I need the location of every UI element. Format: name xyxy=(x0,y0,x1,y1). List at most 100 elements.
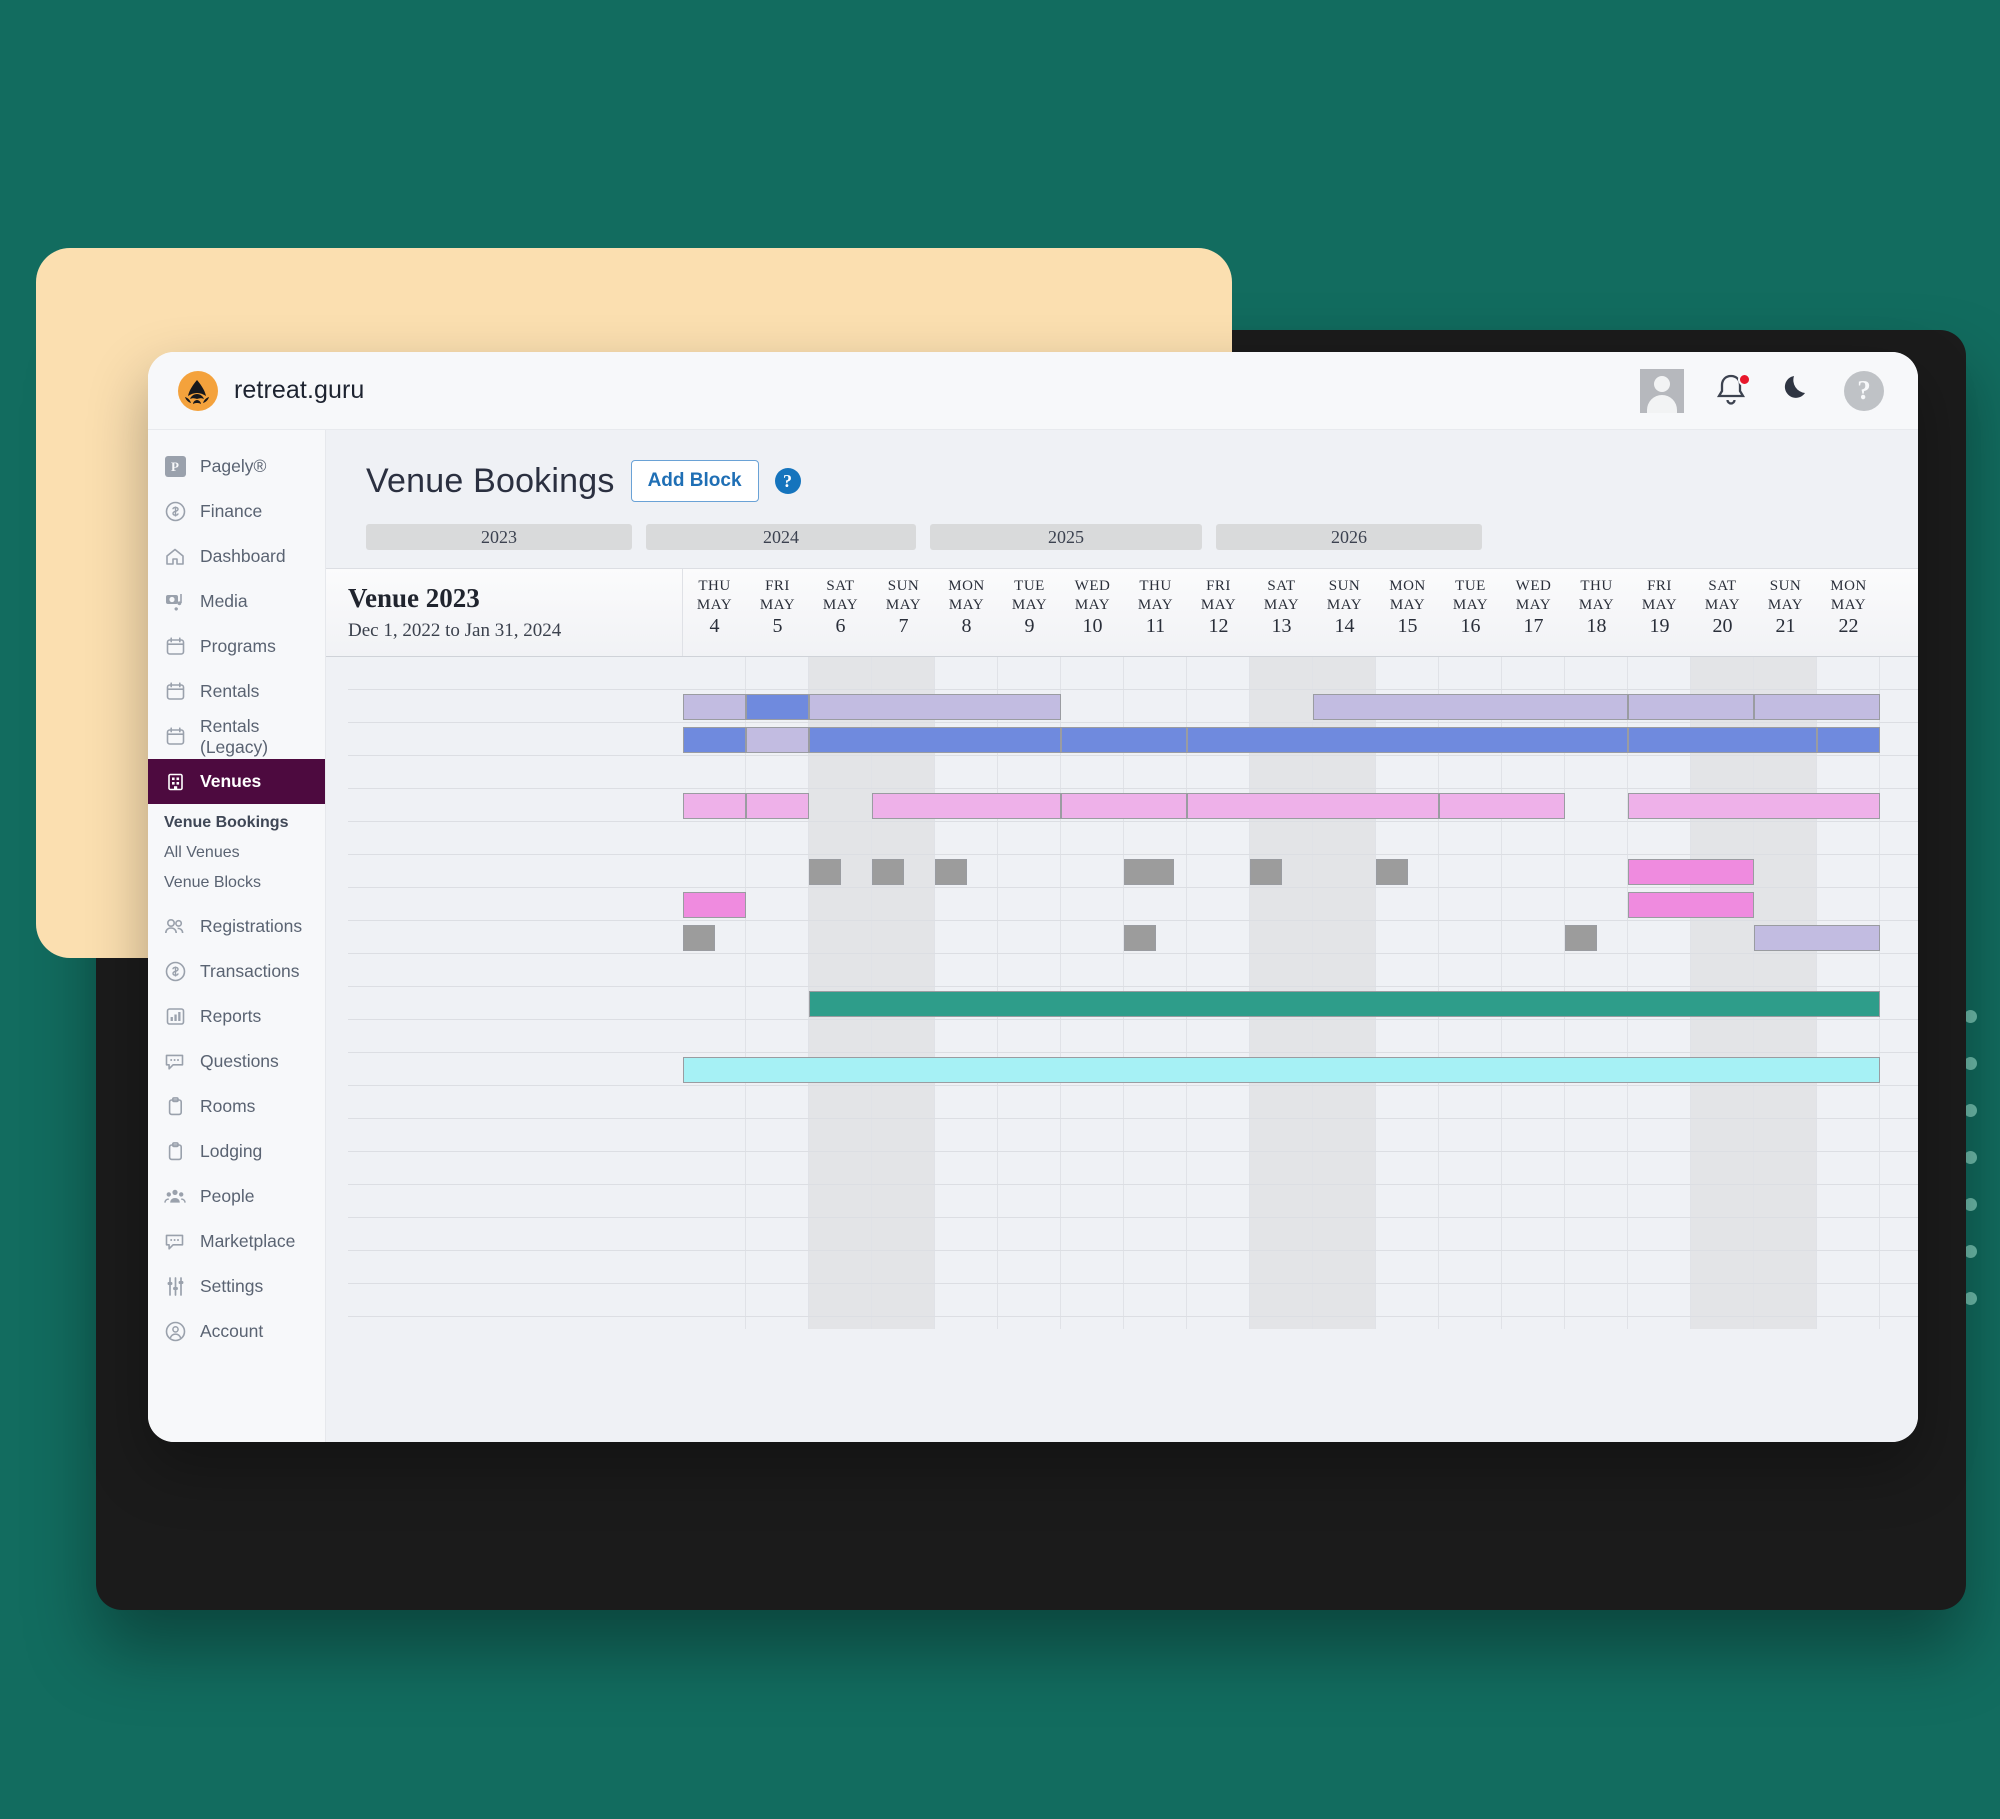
gantt-booking-bar[interactable] xyxy=(1439,793,1565,819)
sidebar-item-venues[interactable]: Venues xyxy=(148,759,325,804)
gantt-booking-bar[interactable] xyxy=(1250,859,1282,885)
sidebar-item-label: Dashboard xyxy=(200,546,286,566)
gantt-booking-bar[interactable] xyxy=(1628,727,1817,753)
chat-bubble-icon xyxy=(164,1051,186,1073)
sidebar-item-programs[interactable]: Programs xyxy=(148,624,325,669)
day-weekday: FRI xyxy=(1206,578,1231,594)
gantt-day-header: FRI MAY 19 xyxy=(1628,569,1691,656)
people-icon xyxy=(164,916,186,938)
gantt-booking-bar[interactable] xyxy=(1376,859,1408,885)
question-mark-icon[interactable]: ? xyxy=(1844,370,1884,411)
moon-icon[interactable] xyxy=(1780,371,1814,410)
gantt-booking-bar[interactable] xyxy=(935,859,967,885)
gantt-booking-bar[interactable] xyxy=(683,727,746,753)
sidebar-item-label: Settings xyxy=(200,1276,264,1296)
year-tab-2023[interactable]: 2023 xyxy=(366,524,632,550)
gantt-booking-bar[interactable] xyxy=(809,859,841,885)
gantt-booking-bar[interactable] xyxy=(872,793,1061,819)
day-number: 12 xyxy=(1208,615,1229,637)
bell-icon[interactable] xyxy=(1714,372,1751,410)
sidebar-item-reports[interactable]: Reports xyxy=(148,994,325,1039)
sidebar-item-transactions[interactable]: Transactions xyxy=(148,949,325,994)
day-weekday: SUN xyxy=(1328,578,1361,594)
dollar-circle-icon xyxy=(164,501,186,523)
gantt-booking-bar[interactable] xyxy=(872,859,904,885)
gantt-header: Venue 2023 Dec 1, 2022 to Jan 31, 2024 T… xyxy=(326,569,1918,657)
gantt-booking-bar[interactable] xyxy=(683,1057,1880,1083)
sidebar-item-media[interactable]: Media xyxy=(148,579,325,624)
sidebar-subitem-venue-bookings[interactable]: Venue Bookings xyxy=(148,808,325,838)
gantt-booking-bar[interactable] xyxy=(1313,694,1628,720)
gantt-day-header: TUE MAY 9 xyxy=(998,569,1061,656)
brand[interactable]: retreat.guru xyxy=(176,369,364,413)
sidebar-item-lodging[interactable]: Lodging xyxy=(148,1129,325,1174)
gantt-booking-bar[interactable] xyxy=(1061,793,1187,819)
sidebar-item-label: Reports xyxy=(200,1006,262,1026)
sidebar-item-rooms[interactable]: Rooms xyxy=(148,1084,325,1129)
gantt-booking-bar[interactable] xyxy=(746,793,809,819)
user-avatar[interactable] xyxy=(1640,368,1684,413)
gantt-booking-bar[interactable] xyxy=(1628,793,1880,819)
screenshot-stage: retreat.guru ? P Pagely® Finance Dashboa… xyxy=(0,0,2000,1819)
gantt-booking-bar[interactable] xyxy=(683,694,746,720)
sidebar-item-questions[interactable]: Questions xyxy=(148,1039,325,1084)
gantt-booking-bar[interactable] xyxy=(1628,892,1754,918)
app-body: P Pagely® Finance Dashboard Media Programs Ren… xyxy=(148,430,1918,1442)
gantt-booking-bar[interactable] xyxy=(746,694,809,720)
day-number: 19 xyxy=(1649,615,1670,637)
gantt-booking-bar[interactable] xyxy=(746,727,809,753)
account-circle-icon xyxy=(164,1321,186,1343)
add-block-button[interactable]: Add Block xyxy=(630,460,759,502)
help-circle-icon[interactable]: ? xyxy=(774,468,801,494)
gantt-booking-bar[interactable] xyxy=(1124,859,1175,885)
sidebar-item-finance[interactable]: Finance xyxy=(148,489,325,534)
gantt-body xyxy=(326,657,1918,1329)
day-month: MAY xyxy=(759,597,796,613)
day-number: 10 xyxy=(1082,615,1103,637)
gantt-booking-bar[interactable] xyxy=(1565,925,1597,951)
year-tab-2026[interactable]: 2026 xyxy=(1216,524,1482,550)
gantt-booking-bar[interactable] xyxy=(809,727,1061,753)
gantt-booking-bar[interactable] xyxy=(1124,925,1156,951)
gantt-booking-bar[interactable] xyxy=(1754,925,1880,951)
day-month: MAY xyxy=(1704,597,1741,613)
gantt-booking-bar[interactable] xyxy=(683,925,715,951)
gantt-booking-bar[interactable] xyxy=(1817,727,1880,753)
gantt-booking-bar[interactable] xyxy=(1187,727,1628,753)
gantt-booking-bar[interactable] xyxy=(1628,859,1754,885)
sidebar-item-rentals-legacy[interactable]: Rentals (Legacy) xyxy=(148,714,325,759)
gantt-booking-bar[interactable] xyxy=(809,991,1880,1017)
sidebar-item-marketplace[interactable]: Marketplace xyxy=(148,1219,325,1264)
gantt-day-header: SUN MAY 21 xyxy=(1754,569,1817,656)
gantt-booking-bar[interactable] xyxy=(1187,793,1439,819)
gantt-booking-bar[interactable] xyxy=(809,694,1061,720)
sidebar-subitem-all-venues[interactable]: All Venues xyxy=(148,838,325,868)
sidebar-subitem-venue-blocks[interactable]: Venue Blocks xyxy=(148,868,325,898)
gantt-day-headers: THU MAY 4 FRI MAY 5 SAT MAY 6 SUN MAY 7 MON MAY 8 TUE MA… xyxy=(683,569,1918,656)
day-number: 13 xyxy=(1271,615,1292,637)
sidebar-item-rentals[interactable]: Rentals xyxy=(148,669,325,714)
gantt-booking-bar[interactable] xyxy=(1061,727,1187,753)
year-tab-2024[interactable]: 2024 xyxy=(646,524,916,550)
gantt-booking-bar[interactable] xyxy=(683,892,746,918)
day-weekday: SAT xyxy=(1708,578,1737,594)
sidebar-item-dashboard[interactable]: Dashboard xyxy=(148,534,325,579)
sidebar-item-people[interactable]: People xyxy=(148,1174,325,1219)
gantt-booking-bar[interactable] xyxy=(1628,694,1754,720)
gantt-booking-bar[interactable] xyxy=(1754,694,1880,720)
day-number: 21 xyxy=(1775,615,1796,637)
gantt-day-header: WED MAY 17 xyxy=(1502,569,1565,656)
sidebar-item-pagely[interactable]: P Pagely® xyxy=(148,444,325,489)
sidebar-item-registrations[interactable]: Registrations xyxy=(148,904,325,949)
sidebar-item-account[interactable]: Account xyxy=(148,1309,325,1354)
gantt-booking-bar[interactable] xyxy=(683,793,746,819)
day-weekday: THU xyxy=(1139,578,1172,594)
gantt-day-header: WED MAY 10 xyxy=(1061,569,1124,656)
sidebar-item-settings[interactable]: Settings xyxy=(148,1264,325,1309)
day-month: MAY xyxy=(1200,597,1237,613)
day-month: MAY xyxy=(1452,597,1489,613)
year-tab-2025[interactable]: 2025 xyxy=(930,524,1202,550)
sidebar-item-label: Pagely® xyxy=(200,456,267,476)
day-month: MAY xyxy=(1389,597,1426,613)
sidebar-item-label: Rentals (Legacy) xyxy=(200,715,269,757)
